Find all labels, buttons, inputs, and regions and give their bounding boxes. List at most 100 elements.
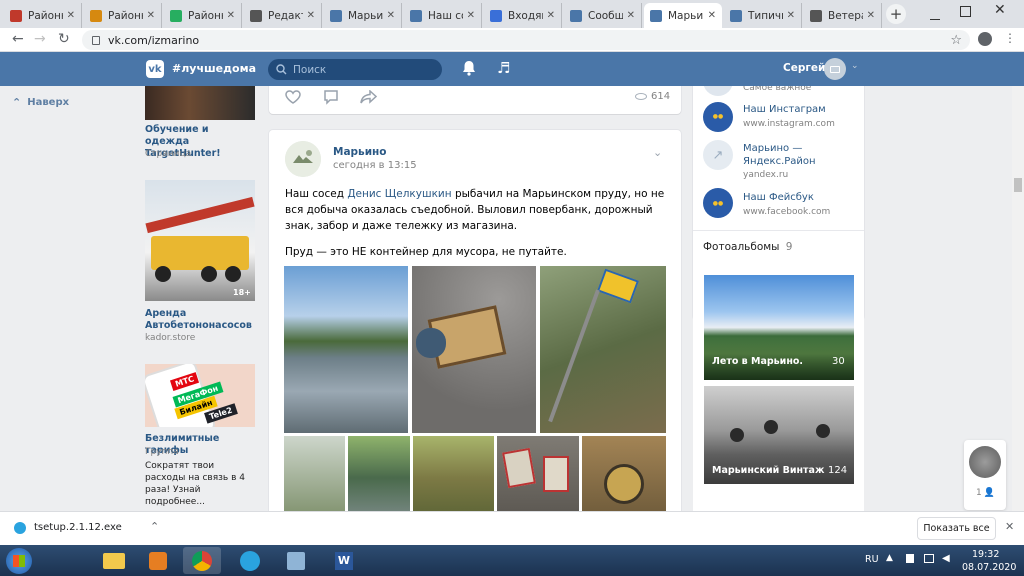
close-window-button[interactable]: ✕ [994,2,1006,18]
tray-volume-icon[interactable]: ◀ [942,553,950,564]
menu-dots-icon[interactable]: ⋮ [1004,31,1016,45]
notifications-bell-icon[interactable] [462,60,476,76]
browser-tab[interactable]: Редакто✕ [244,3,322,28]
post-photo-cart[interactable] [284,436,345,511]
taskbar-word-icon[interactable]: W [325,547,363,574]
maximize-button[interactable] [960,6,971,17]
ad-1-image[interactable] [145,86,255,120]
browser-tab[interactable]: Районн✕ [164,3,242,28]
ad-2-image[interactable]: 18+ [145,180,255,301]
download-filename[interactable]: tsetup.2.1.12.exe [34,522,122,533]
link-facebook-icon[interactable]: ●● [703,188,733,218]
close-tab-icon[interactable]: ✕ [383,10,395,21]
back-arrow-icon[interactable]: ← [12,31,24,47]
user-name[interactable]: Сергей [783,62,825,74]
vk-logo-icon[interactable]: vk [146,60,164,78]
hashtag-label[interactable]: #лучшедома [172,62,256,75]
close-tab-icon[interactable]: ✕ [623,10,635,21]
bookmark-star-icon[interactable]: ☆ [950,33,962,48]
search-box[interactable]: Поиск [268,59,442,80]
post-photo-bucket[interactable] [582,436,666,511]
browser-tab[interactable]: Типичн✕ [724,3,802,28]
close-tab-icon[interactable]: ✕ [863,10,875,21]
album-vintage[interactable]: Марьинский Винтаж 124 [704,386,854,484]
taskbar-chrome-icon[interactable] [183,547,221,574]
close-tab-icon[interactable]: ✕ [783,10,795,21]
post-photo-fence[interactable] [413,436,494,511]
new-tab-button[interactable]: + [886,4,906,24]
close-tab-icon[interactable]: ✕ [223,10,235,21]
profile-icon[interactable] [978,32,992,46]
omnibox[interactable]: vk.com/izmarino ☆ [82,30,970,50]
back-to-top-button[interactable]: ⌃ Наверх [12,96,69,109]
show-all-downloads-button[interactable]: Показать все [917,517,996,540]
vk-icon [650,9,662,22]
like-heart-icon[interactable] [285,90,301,107]
browser-tab[interactable]: Наш со✕ [404,3,482,28]
album-summer[interactable]: Лето в Марьино. 30 [704,275,854,380]
chat-widget[interactable]: 1 👤 [964,440,1006,510]
albums-header[interactable]: Фотоальбомы 9 [703,241,792,253]
post-photo-pond[interactable] [284,266,408,433]
browser-tab[interactable]: Марьин✕ [324,3,402,28]
share-icon[interactable] [360,89,378,107]
music-note-icon[interactable]: ♬ [497,59,510,77]
post-author-name[interactable]: Марьино [333,146,387,158]
ad-3-image[interactable]: МТС МегаФон Билайн Tele2 [145,364,255,427]
vk-icon [730,9,742,22]
taskbar-explorer-icon[interactable] [95,547,133,574]
browser-tab[interactable]: Районн✕ [4,3,82,28]
close-download-bar-icon[interactable]: ✕ [1005,520,1014,533]
taskbar-telegram-icon[interactable] [231,547,269,574]
post-photo-signs[interactable] [497,436,579,511]
taskbar-language[interactable]: RU [865,554,879,565]
globe-icon [810,9,822,22]
post-photo-road-sign[interactable] [540,266,666,433]
user-avatar[interactable] [824,58,846,80]
post-photo-pond-2[interactable] [348,436,410,511]
chat-avatar[interactable] [969,446,1001,478]
taskbar-date[interactable]: 08.07.2020 [962,562,1016,573]
link-instagram-title[interactable]: Наш Инстаграм [743,104,826,115]
close-tab-icon[interactable]: ✕ [463,10,475,21]
taskbar-media-player-icon[interactable] [139,547,177,574]
tray-network-icon[interactable] [924,554,934,563]
user-menu-chevron-icon[interactable]: ⌄ [851,61,859,71]
close-tab-icon[interactable]: ✕ [543,10,555,21]
link-yandex-title[interactable]: Марьино — Яндекс.Район [743,142,843,168]
comment-icon[interactable] [323,90,339,108]
post-mention-link[interactable]: Денис Щелкушкин [347,188,451,200]
minimize-button[interactable] [928,6,942,20]
tray-up-arrow-icon[interactable]: ▲ [886,553,893,563]
link-yandex-icon[interactable]: ↗ [703,140,733,170]
post-menu-chevron-icon[interactable]: ⌄ [653,146,662,159]
close-tab-icon[interactable]: ✕ [704,10,716,21]
link-1-icon[interactable] [703,86,733,96]
download-options-chevron-icon[interactable]: ⌃ [150,520,159,533]
browser-tab[interactable]: Ветера✕ [804,3,882,28]
browser-tab[interactable]: Сообщ ✕ [564,3,642,28]
lock-icon [92,35,100,45]
close-tab-icon[interactable]: ✕ [143,10,155,21]
taskbar-files-icon[interactable] [277,547,315,574]
tray-flag-icon[interactable] [906,554,914,563]
browser-tab[interactable]: Входящ✕ [484,3,562,28]
link-facebook-title[interactable]: Наш Фейсбук [743,192,814,203]
ad-2-title[interactable]: Аренда Автобетононасосов [145,308,252,332]
post-time[interactable]: сегодня в 13:15 [333,160,417,171]
forward-arrow-icon[interactable]: → [34,31,46,47]
close-tab-icon[interactable]: ✕ [303,10,315,21]
close-tab-icon[interactable]: ✕ [63,10,75,21]
browser-tab[interactable]: Районн✕ [84,3,162,28]
page-scrollbar[interactable] [1012,86,1024,511]
post-author-avatar[interactable] [285,141,321,177]
scrollbar-thumb[interactable] [1014,178,1022,192]
reload-icon[interactable]: ↻ [58,31,70,47]
browser-tab[interactable]: Марьин✕ [644,3,722,28]
post-photo-powerbank[interactable] [412,266,536,433]
taskbar-time[interactable]: 19:32 [972,549,999,560]
start-button[interactable] [6,548,32,574]
vk-icon [410,9,422,22]
link-instagram-icon[interactable]: ●● [703,102,733,132]
back-to-top-label: Наверх [27,97,70,108]
